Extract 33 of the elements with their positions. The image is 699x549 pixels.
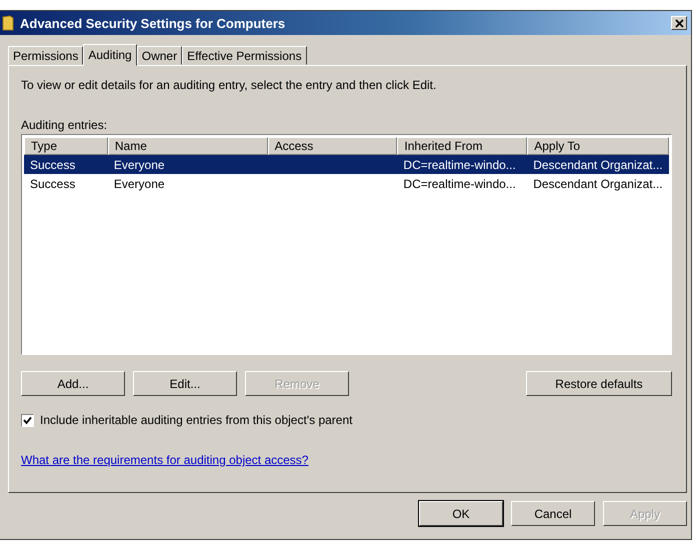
tab[interactable]: Auditing [83, 44, 137, 66]
table-cell: Success [30, 176, 76, 190]
window-title: Advanced Security Settings for Computers [20, 16, 286, 30]
column-header[interactable]: Inherited From [397, 137, 528, 155]
tab[interactable]: Effective Permissions [182, 46, 307, 65]
column-header[interactable]: Access [268, 137, 398, 155]
table-cell: DC=realtime-windo... [403, 176, 516, 190]
folder-icon [2, 15, 14, 31]
close-icon [674, 18, 684, 28]
checkbox-label: Include inheritable auditing entries from this object's parent [40, 413, 352, 427]
table-cell: Everyone [114, 158, 165, 172]
table-cell: Success [30, 158, 76, 172]
list-label: Auditing entries: [21, 118, 108, 134]
column-header[interactable]: Apply To [527, 137, 669, 155]
dialog-button[interactable]: OK [419, 501, 503, 526]
table-row[interactable]: Success Everyone DC=realtime-windo... Descendant Organizat... [24, 174, 669, 193]
column-header[interactable]: Type [24, 137, 108, 155]
tab[interactable]: Permissions [8, 46, 84, 65]
help-link[interactable]: What are the requirements for auditing object access? [21, 453, 308, 467]
instructions-text: To view or edit details for an auditing entry, select the entry and then click Edit. [21, 78, 438, 94]
checkbox[interactable] [21, 414, 34, 426]
entry-button[interactable]: Edit... [133, 371, 237, 396]
close-button[interactable] [671, 16, 687, 30]
table-cell: DC=realtime-windo... [403, 158, 516, 172]
entry-button[interactable]: Add... [21, 371, 125, 396]
tab[interactable]: Owner [136, 46, 182, 65]
table-cell: Everyone [114, 176, 165, 190]
table-row[interactable]: Success Everyone DC=realtime-windo... Descendant Organizat... [24, 155, 669, 174]
table-cell: Descendant Organizat... [533, 176, 663, 190]
column-header[interactable]: Name [108, 137, 268, 155]
dialog-button[interactable]: Cancel [511, 501, 595, 526]
restore-defaults-button[interactable]: Restore defaults [526, 371, 672, 396]
table-cell: Descendant Organizat... [533, 158, 663, 172]
